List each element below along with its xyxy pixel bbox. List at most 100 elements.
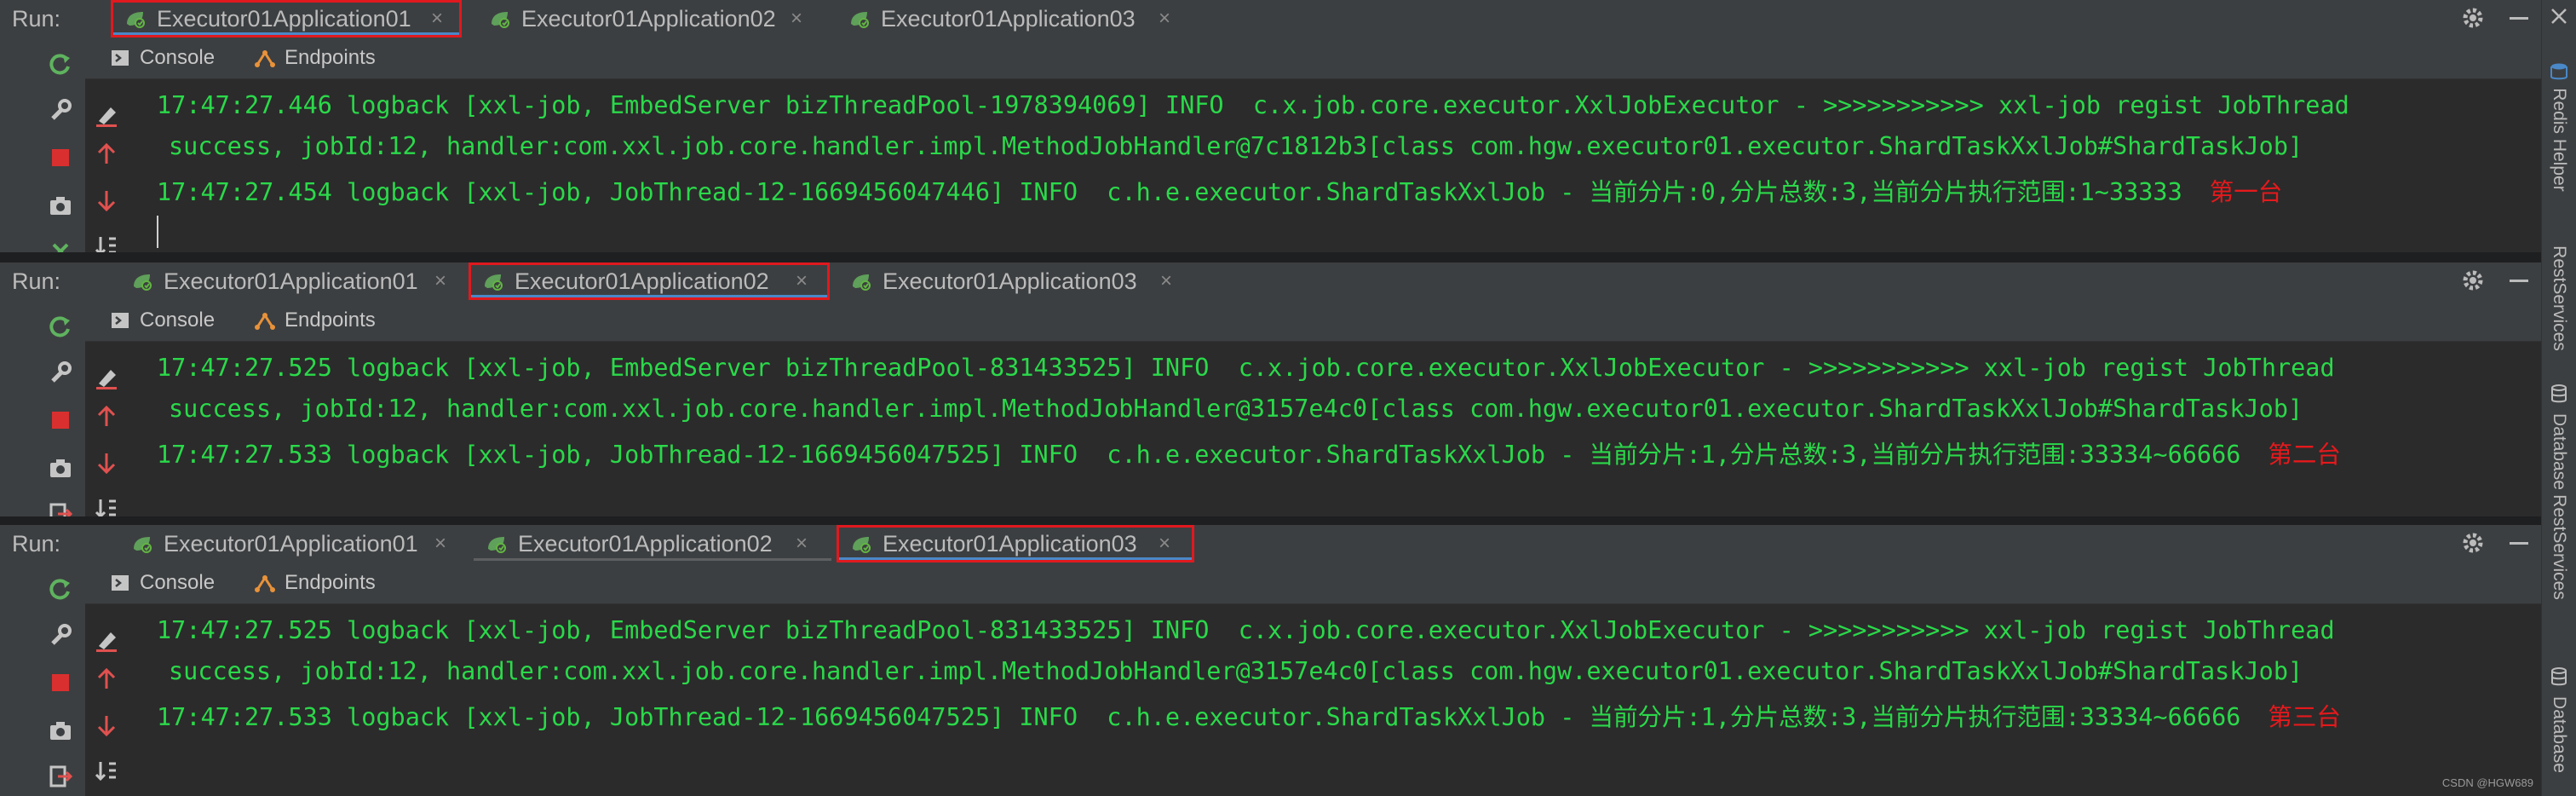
tab-executor01application03[interactable]: Executor01Application03 ×	[837, 2, 1177, 36]
camera-icon[interactable]	[48, 193, 73, 218]
database-icon	[2551, 667, 2567, 686]
stop-icon[interactable]	[48, 145, 73, 170]
text-cursor	[157, 216, 158, 248]
endpoints-icon	[255, 313, 275, 330]
console-output[interactable]: 17:47:27.525 logback [xxl-job, EmbedServ…	[136, 342, 2542, 516]
arrow-down-icon[interactable]	[94, 187, 119, 213]
run-label: Run:	[12, 6, 61, 32]
rerun-icon[interactable]	[48, 314, 73, 339]
watermark: CSDN @HGW689	[2441, 776, 2533, 789]
run-tabbar: Run: Executor01Application01 × Executor0…	[0, 262, 2542, 301]
camera-icon[interactable]	[48, 455, 73, 481]
tab-executor01application03[interactable]: Executor01Application03 ×	[838, 264, 1179, 298]
spring-boot-app-icon	[134, 537, 152, 553]
clear-icon[interactable]	[94, 365, 119, 390]
spring-boot-app-icon	[853, 274, 871, 291]
arrow-down-icon[interactable]	[94, 712, 119, 738]
panel-divider[interactable]	[0, 516, 2542, 525]
side-tab-database[interactable]: Database	[2542, 665, 2576, 784]
tab-console[interactable]: Console	[109, 300, 237, 341]
exit-icon[interactable]	[48, 501, 73, 516]
run-label: Run:	[12, 531, 61, 557]
close-icon[interactable]: ×	[434, 264, 446, 298]
console-icon	[112, 50, 129, 66]
panel-divider[interactable]	[0, 252, 2542, 262]
close-icon[interactable]: ×	[1160, 264, 1172, 298]
side-tab-database[interactable]: Database	[2542, 382, 2576, 501]
tab-console[interactable]: Console	[109, 562, 237, 603]
log-line: success, jobId:12, handler:com.xxl.job.c…	[169, 395, 2303, 423]
sort-icon[interactable]	[94, 234, 119, 252]
wrench-icon[interactable]	[48, 622, 73, 648]
console-output[interactable]: 17:47:27.525 logback [xxl-job, EmbedServ…	[136, 604, 2542, 796]
rerun-icon[interactable]	[48, 576, 73, 602]
close-icon[interactable]: ×	[791, 2, 802, 36]
log-text: 17:47:27.454 logback [xxl-job, JobThread…	[157, 178, 2182, 206]
log-line: 17:47:27.525 logback [xxl-job, EmbedServ…	[157, 616, 2335, 644]
arrow-up-icon[interactable]	[94, 141, 119, 167]
minimize-icon[interactable]	[2508, 268, 2530, 293]
gear-icon[interactable]	[2460, 530, 2486, 556]
stop-icon[interactable]	[48, 670, 73, 695]
tab-console[interactable]: Console	[109, 37, 237, 78]
tab-endpoints[interactable]: Endpoints	[252, 562, 397, 603]
minimize-icon[interactable]	[2508, 5, 2530, 31]
log-text: 17:47:27.533 logback [xxl-job, JobThread…	[157, 441, 2241, 469]
side-tab-rest-services[interactable]: RestServices	[2542, 494, 2576, 605]
sort-icon[interactable]	[94, 759, 119, 784]
wrench-icon[interactable]	[48, 97, 73, 123]
console-output[interactable]: 17:47:27.446 logback [xxl-job, EmbedServ…	[136, 79, 2542, 252]
output-subtabs: Console Endpoints	[85, 300, 2542, 342]
tab-executor01application01[interactable]: Executor01Application01 ×	[119, 264, 460, 298]
sort-icon[interactable]	[94, 496, 119, 516]
clear-icon[interactable]	[94, 102, 119, 128]
tab-label: Executor01Application03	[881, 6, 1136, 32]
close-icon[interactable]: ×	[1159, 527, 1170, 561]
close-icon[interactable]: ×	[796, 527, 808, 561]
tab-endpoints[interactable]: Endpoints	[252, 37, 397, 78]
side-tab-rest-services[interactable]: RestServices	[2542, 239, 2576, 366]
arrow-down-icon[interactable]	[94, 450, 119, 476]
output-subtabs: Console Endpoints	[85, 562, 2542, 604]
tab-executor01application03[interactable]: Executor01Application03 ×	[837, 525, 1194, 562]
rerun-icon[interactable]	[48, 51, 73, 77]
arrow-up-icon[interactable]	[94, 404, 119, 430]
camera-icon[interactable]	[48, 718, 73, 743]
close-icon[interactable]: ×	[431, 2, 443, 36]
tab-label: Executor01Application02	[521, 6, 776, 32]
clear-icon[interactable]	[94, 627, 119, 653]
exit-icon[interactable]	[48, 764, 73, 789]
run-panel-3: Run: Executor01Application01 × Executor0…	[0, 525, 2542, 796]
minimize-icon[interactable]	[2508, 530, 2530, 556]
log-line: success, jobId:12, handler:com.xxl.job.c…	[169, 132, 2303, 160]
spring-boot-app-icon	[485, 274, 503, 291]
machine-annotation: 第一台	[2209, 179, 2283, 206]
output-subtabs: Console Endpoints	[85, 37, 2542, 79]
wrench-icon[interactable]	[48, 360, 73, 385]
tab-executor01application02[interactable]: Executor01Application02 ×	[474, 527, 831, 561]
tab-executor01application01[interactable]: Executor01Application01 ×	[119, 527, 460, 561]
tab-label: Executor01Application01	[164, 531, 418, 557]
gear-icon[interactable]	[2460, 5, 2486, 31]
tab-executor01application02[interactable]: Executor01Application02 ×	[477, 2, 818, 36]
arrow-up-icon[interactable]	[94, 666, 119, 692]
close-icon[interactable]: ×	[434, 527, 446, 561]
run-toolbar	[0, 562, 117, 796]
stop-icon[interactable]	[48, 407, 73, 433]
close-icon[interactable]: ×	[1159, 2, 1170, 36]
tab-executor01application01[interactable]: Executor01Application01 ×	[111, 0, 462, 37]
run-tabbar: Run: Executor01Application01 × Executor0…	[0, 525, 2542, 563]
close-icon[interactable]: ×	[796, 264, 808, 298]
console-icon	[112, 575, 129, 591]
spring-boot-app-icon	[851, 12, 869, 28]
log-line: 17:47:27.533 logback [xxl-job, JobThread…	[157, 698, 2341, 733]
window-close-icon[interactable]	[2548, 5, 2570, 27]
close-icon[interactable]	[48, 239, 73, 252]
side-tab-label: Database	[2550, 413, 2569, 490]
side-tab-redis-helper[interactable]: Redis Helper	[2542, 58, 2576, 211]
gear-icon[interactable]	[2460, 268, 2486, 293]
log-line: success, jobId:12, handler:com.xxl.job.c…	[169, 657, 2303, 685]
spring-boot-app-icon	[492, 12, 509, 28]
tab-executor01application02[interactable]: Executor01Application02 ×	[469, 262, 830, 300]
tab-endpoints[interactable]: Endpoints	[252, 300, 397, 341]
